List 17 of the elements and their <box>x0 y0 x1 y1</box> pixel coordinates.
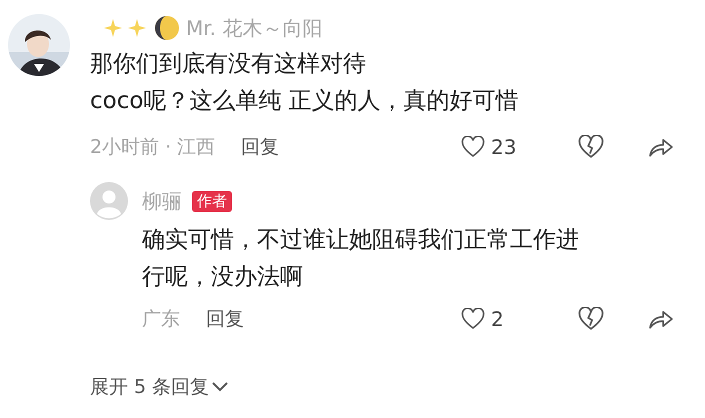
like-button[interactable]: 2 <box>461 307 535 331</box>
like-button[interactable]: 23 <box>461 135 535 159</box>
sparkle-icon <box>104 17 148 39</box>
broken-heart-icon[interactable] <box>577 307 605 331</box>
comment-meta: 广东 <box>142 307 180 332</box>
author-badge: 作者 <box>192 190 232 212</box>
expand-replies-button[interactable]: 展开 5 条回复 <box>90 374 230 400</box>
reply-link[interactable]: 回复 <box>241 134 280 160</box>
moon-icon <box>154 15 180 41</box>
chevron-down-icon <box>211 381 230 393</box>
reply-text: 确实可惜，不过谁让她阻碍我们正常工作进 行呢，没办法啊 <box>142 226 580 292</box>
comment-meta: 2小时前 · 江西 <box>90 135 216 160</box>
heart-icon <box>461 308 485 330</box>
comment-text: 那你们到底有没有这样对待 coco呢？这么单纯 正义的人，真的好可惜 <box>90 50 520 116</box>
reply-link[interactable]: 回复 <box>206 306 244 332</box>
broken-heart-icon[interactable] <box>577 135 605 159</box>
heart-icon <box>461 136 485 158</box>
